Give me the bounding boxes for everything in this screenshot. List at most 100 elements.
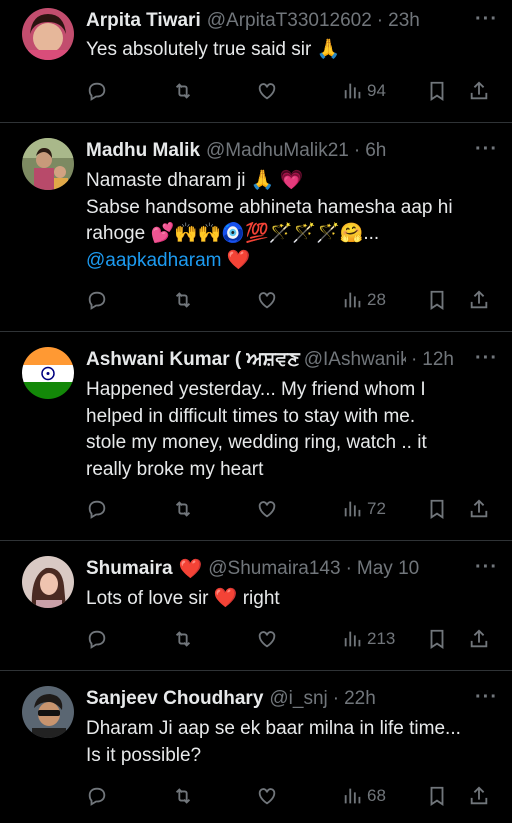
share-button[interactable]: [468, 628, 490, 650]
share-button[interactable]: [468, 289, 490, 311]
reply-icon: [88, 291, 106, 310]
timestamp[interactable]: May 10: [357, 558, 419, 580]
reply-button[interactable]: [86, 498, 108, 520]
views-count: 94: [367, 81, 386, 100]
retweet-button[interactable]: [172, 785, 194, 807]
text-line: helped in difficult times to stay with m…: [86, 405, 416, 427]
avatar[interactable]: [22, 556, 74, 608]
author-handle[interactable]: @Shumaira143: [208, 558, 340, 580]
action-bar: 94: [86, 80, 494, 106]
like-button[interactable]: [256, 289, 278, 311]
reply-item-arpita[interactable]: Arpita Tiwari @ArpitaT33012602 · 23h ···…: [0, 0, 512, 123]
bookmark-button[interactable]: [426, 80, 448, 102]
bookmark-icon: [430, 786, 444, 806]
heart-icon: [258, 501, 276, 518]
author-name[interactable]: Ashwani Kumar ( ਅਸ਼ਵਣ: [86, 349, 300, 371]
retweet-button[interactable]: [172, 628, 194, 650]
views-count: 68: [367, 786, 386, 805]
author-handle[interactable]: @ArpitaT33012602: [207, 10, 372, 32]
action-bar: 213: [86, 628, 494, 654]
share-button[interactable]: [468, 80, 490, 102]
text-line: Sabse handsome abhineta hamesha aap hi: [86, 196, 453, 218]
text-line: Namaste dharam ji 🙏 💗: [86, 170, 304, 191]
like-button[interactable]: [256, 498, 278, 520]
retweet-icon: [175, 788, 191, 804]
separator-dot: ·: [332, 688, 340, 709]
bookmark-button[interactable]: [426, 289, 448, 311]
text-line: stole my money, wedding ring, watch .. i…: [86, 432, 427, 453]
views-button[interactable]: 28: [342, 289, 386, 311]
retweet-button[interactable]: [172, 80, 194, 102]
share-icon: [470, 290, 488, 309]
reply-item-sanjeev[interactable]: Sanjeev Choudhary @i_snj · 22h ··· Dhara…: [0, 670, 512, 823]
share-icon: [470, 81, 488, 100]
mention-link[interactable]: @aapkadharam: [86, 250, 221, 271]
separator-dot: ·: [376, 10, 384, 31]
views-count: 213: [367, 629, 396, 648]
views-button[interactable]: 213: [342, 628, 395, 650]
bookmark-icon: [430, 499, 444, 519]
author-name[interactable]: Arpita Tiwari: [86, 10, 201, 32]
views-button[interactable]: 68: [342, 785, 386, 807]
retweet-button[interactable]: [172, 289, 194, 311]
bookmark-button[interactable]: [426, 628, 448, 650]
more-icon[interactable]: ···: [475, 347, 498, 370]
avatar[interactable]: [22, 138, 74, 190]
separator-dot: ·: [345, 558, 352, 579]
reply-item-ashwani[interactable]: Ashwani Kumar ( ਅਸ਼ਵਣ @IAshwanik · 12h ·…: [0, 331, 512, 541]
reply-icon: [88, 82, 106, 101]
more-icon[interactable]: ···: [475, 686, 498, 709]
views-button[interactable]: 72: [342, 498, 386, 520]
more-icon[interactable]: ···: [475, 138, 498, 161]
more-icon[interactable]: ···: [475, 556, 498, 579]
bookmark-button[interactable]: [426, 785, 448, 807]
like-button[interactable]: [256, 628, 278, 650]
share-button[interactable]: [468, 785, 490, 807]
like-button[interactable]: [256, 80, 278, 102]
text-line: Dharam Ji aap se ek baar milna in life t…: [86, 718, 461, 739]
views-button[interactable]: 94: [342, 80, 386, 102]
heart-icon: [258, 83, 276, 100]
retweet-button[interactable]: [172, 498, 194, 520]
heart-emoji: ❤️: [221, 249, 251, 271]
retweet-icon: [175, 631, 191, 647]
author-handle[interactable]: @IAshwanik: [304, 349, 406, 371]
text-line: Yes absolutely true said sir 🙏: [86, 39, 341, 60]
author-name[interactable]: Sanjeev Choudhary: [86, 688, 263, 710]
views-icon: [344, 501, 361, 517]
timestamp[interactable]: 23h: [388, 10, 420, 32]
author-name[interactable]: Madhu Malik: [86, 140, 200, 162]
views-icon: [344, 631, 361, 647]
text-line: Lots of love sir ❤️ right: [86, 588, 280, 609]
views-count: 72: [367, 499, 386, 518]
reply-text: Dharam Ji aap se ek baar milna in life t…: [86, 716, 492, 769]
avatar[interactable]: [22, 8, 74, 60]
reply-button[interactable]: [86, 628, 108, 650]
author-name[interactable]: Shumaira: [86, 558, 173, 580]
like-button[interactable]: [256, 785, 278, 807]
reply-button[interactable]: [86, 80, 108, 102]
action-bar: 28: [86, 289, 494, 315]
author-handle[interactable]: @i_snj: [269, 688, 327, 710]
reply-button[interactable]: [86, 289, 108, 311]
more-icon[interactable]: ···: [475, 8, 498, 31]
text-line: rahoge 💕🙌🙌🧿💯🪄🪄🪄🤗...: [86, 223, 380, 244]
avatar[interactable]: [22, 686, 74, 738]
avatar[interactable]: [22, 347, 74, 399]
text-line: Happened yesterday... My friend whom I: [86, 379, 426, 400]
reply-text: Yes absolutely true said sir 🙏: [86, 37, 492, 64]
share-button[interactable]: [468, 498, 490, 520]
timestamp[interactable]: 6h: [365, 140, 386, 162]
bookmark-icon: [430, 629, 444, 649]
text-line: Is it possible?: [86, 744, 202, 766]
timestamp[interactable]: 22h: [344, 688, 376, 710]
heart-icon: [258, 788, 276, 805]
heart-emoji: ❤️: [178, 559, 203, 580]
views-count: 28: [367, 290, 386, 309]
timestamp[interactable]: 12h: [422, 349, 454, 371]
author-handle[interactable]: @MadhuMalik21: [206, 140, 349, 162]
reply-item-madhu[interactable]: Madhu Malik @MadhuMalik21 · 6h ··· Namas…: [0, 122, 512, 332]
bookmark-button[interactable]: [426, 498, 448, 520]
reply-item-shumaira[interactable]: Shumaira ❤️ @Shumaira143 · May 10 ··· Lo…: [0, 540, 512, 671]
reply-button[interactable]: [86, 785, 108, 807]
